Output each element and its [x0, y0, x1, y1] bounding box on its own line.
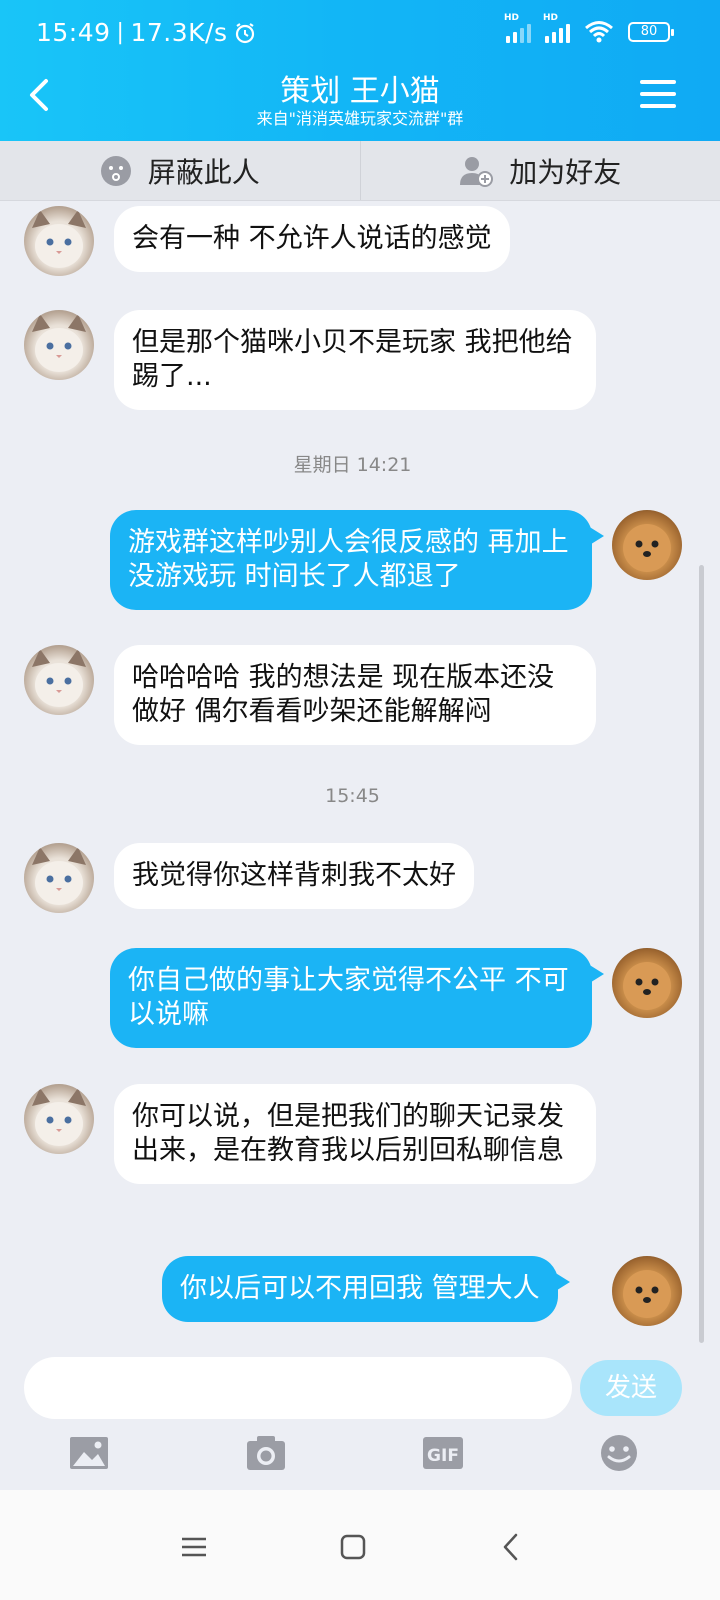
message-bubble[interactable]: 你自己做的事让大家觉得不公平 不可以说嘛 [110, 948, 604, 1048]
input-bar: 发送 GIF [0, 1345, 720, 1493]
chat-subtitle: 来自"消消英雄玩家交流群"群 [256, 109, 464, 128]
camera-icon[interactable] [244, 1433, 288, 1473]
signal-icon: HD [504, 13, 531, 43]
message-bubble[interactable]: 哈哈哈哈 我的想法是 现在版本还没做好 偶尔看看吵架还能解解闷 [114, 645, 596, 745]
recent-apps-icon[interactable] [177, 1530, 211, 1564]
avatar[interactable] [612, 510, 682, 580]
avatar[interactable] [24, 645, 94, 715]
add-friend-label: 加为好友 [509, 155, 622, 189]
message-bubble[interactable]: 你可以说，但是把我们的聊天记录发出来，是在教育我以后别回私聊信息 [114, 1084, 596, 1184]
image-icon[interactable] [67, 1433, 111, 1473]
avatar[interactable] [612, 1256, 682, 1326]
add-friend-button[interactable]: 加为好友 [359, 141, 720, 200]
back-nav-icon[interactable] [495, 1530, 529, 1564]
avatar[interactable] [612, 948, 682, 1018]
message-input[interactable] [24, 1357, 572, 1419]
network-speed: 17.3K/s [130, 18, 228, 47]
action-bar: 屏蔽此人 加为好友 [0, 141, 720, 201]
avatar[interactable] [24, 206, 94, 276]
avatar[interactable] [24, 1084, 94, 1154]
cat-avatar-icon [32, 649, 86, 707]
alarm-icon [236, 22, 255, 43]
hd-badge: HD [504, 13, 520, 23]
signal-icon: HD [543, 13, 570, 43]
send-button[interactable]: 发送 [580, 1360, 682, 1416]
message-bubble[interactable]: 我觉得你这样背刺我不太好 [114, 843, 474, 909]
home-icon[interactable] [336, 1530, 370, 1564]
block-user-button[interactable]: 屏蔽此人 [0, 141, 360, 200]
block-face-icon [100, 155, 131, 186]
cat-avatar-icon [32, 847, 86, 905]
cat-avatar-icon [32, 1088, 86, 1146]
dog-avatar-icon [623, 1270, 671, 1318]
menu-icon[interactable] [640, 80, 676, 110]
message-bubble[interactable]: 会有一种 不允许人说话的感觉 [114, 206, 510, 272]
message-bubble[interactable]: 游戏群这样吵别人会很反感的 再加上没游戏玩 时间长了人都退了 [110, 510, 604, 610]
avatar[interactable] [24, 843, 94, 913]
battery-icon: 80 [628, 22, 674, 42]
add-friend-icon [460, 156, 494, 187]
emoji-icon[interactable] [597, 1433, 641, 1473]
chat-header: 15:49 | 17.3K/s HD HD 80 策划 王小猫 来自"消消英雄玩… [0, 0, 720, 141]
dog-avatar-icon [623, 962, 671, 1010]
timestamp: 15:45 [325, 785, 380, 807]
block-user-label: 屏蔽此人 [147, 155, 260, 189]
status-bar: 15:49 | 17.3K/s HD HD 80 [0, 0, 720, 64]
wifi-icon [585, 21, 613, 43]
message-bubble[interactable]: 你以后可以不用回我 管理大人 [162, 1256, 570, 1322]
status-separator: | [116, 20, 125, 45]
dog-avatar-icon [623, 524, 671, 572]
gif-icon[interactable]: GIF [421, 1433, 465, 1473]
hd-badge: HD [543, 13, 559, 23]
message-bubble[interactable]: 但是那个猫咪小贝不是玩家 我把他给踢了... [114, 310, 596, 410]
scrollbar[interactable] [699, 565, 704, 1343]
timestamp: 星期日 14:21 [293, 454, 412, 476]
chat-title: 策划 王小猫 [280, 74, 440, 109]
cat-avatar-icon [32, 210, 86, 268]
status-time: 15:49 [36, 18, 111, 47]
cat-avatar-icon [32, 314, 86, 372]
system-nav-bar [0, 1490, 720, 1600]
svg-text:GIF: GIF [427, 1446, 459, 1466]
avatar[interactable] [24, 310, 94, 380]
